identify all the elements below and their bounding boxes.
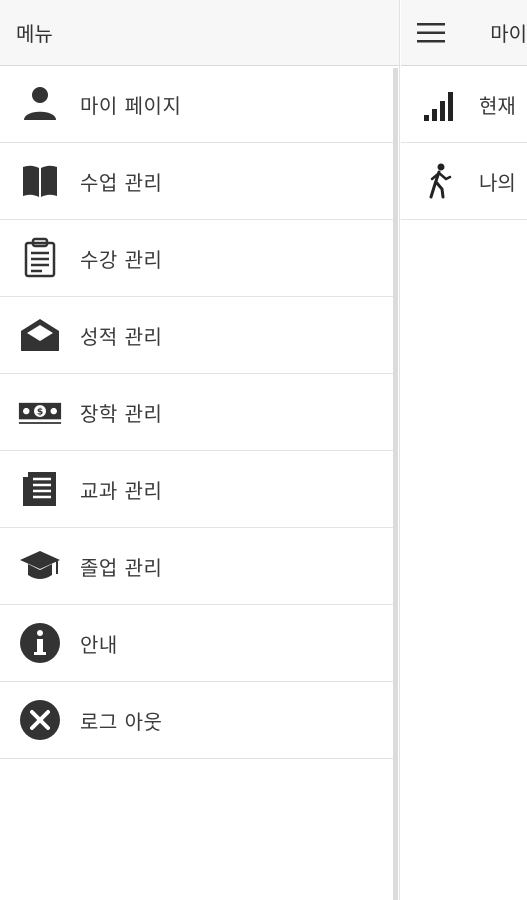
menu-item-label: 수강 관리 <box>80 247 163 272</box>
menu-item-info[interactable]: 안내 <box>0 605 393 682</box>
money-icon: $ <box>0 374 80 451</box>
drawer-header: 메뉴 <box>0 0 399 66</box>
main-header: 마이 <box>401 0 527 66</box>
menu-item-grades-management[interactable]: 성적 관리 <box>0 297 393 374</box>
menu-item-label: 로그 아웃 <box>80 709 163 734</box>
walking-person-icon <box>401 162 479 200</box>
signal-bars-icon <box>401 85 479 123</box>
drawer-title: 메뉴 <box>16 22 53 46</box>
list-item-label: 현재 <box>479 93 516 118</box>
menu-item-label: 졸업 관리 <box>80 555 163 580</box>
info-icon <box>0 605 80 682</box>
page-title: 마이 <box>490 22 527 46</box>
graduation-cap-icon <box>0 528 80 605</box>
main-content: 마이 현재 나의 <box>401 0 527 900</box>
envelope-icon <box>0 297 80 374</box>
drawer-menu: 마이 페이지 수업 관리 수강 관리 성적 관리 $ 장학 관리 교과 관리 졸… <box>0 66 393 759</box>
list-item-label: 나의 <box>479 170 516 195</box>
menu-item-label: 성적 관리 <box>80 324 163 349</box>
menu-item-label: 장학 관리 <box>80 401 163 426</box>
logout-icon <box>0 682 80 759</box>
menu-item-label: 마이 페이지 <box>80 93 182 118</box>
menu-item-curriculum-management[interactable]: 교과 관리 <box>0 451 393 528</box>
book-icon <box>0 143 80 220</box>
svg-text:$: $ <box>37 407 43 418</box>
menu-item-enrollment-management[interactable]: 수강 관리 <box>0 220 393 297</box>
menu-item-scholarship-management[interactable]: $ 장학 관리 <box>0 374 393 451</box>
hamburger-icon <box>416 22 445 42</box>
menu-item-my-page[interactable]: 마이 페이지 <box>0 66 393 143</box>
drawer-scrollbar[interactable] <box>393 68 398 900</box>
menu-item-logout[interactable]: 로그 아웃 <box>0 682 393 759</box>
main-list: 현재 나의 <box>401 66 527 220</box>
menu-item-class-management[interactable]: 수업 관리 <box>0 143 393 220</box>
list-item-mine[interactable]: 나의 <box>401 143 527 220</box>
clipboard-icon <box>0 220 80 297</box>
list-item-current[interactable]: 현재 <box>401 66 527 143</box>
menu-item-label: 교과 관리 <box>80 478 163 503</box>
hamburger-menu-button[interactable] <box>401 0 460 66</box>
menu-item-label: 안내 <box>80 632 118 657</box>
navigation-drawer: 메뉴 마이 페이지 수업 관리 수강 관리 성적 관리 $ 장학 관리 교과 관… <box>0 0 400 900</box>
newspaper-icon <box>0 451 80 528</box>
person-icon <box>0 66 80 143</box>
menu-item-graduation-management[interactable]: 졸업 관리 <box>0 528 393 605</box>
menu-item-label: 수업 관리 <box>80 170 163 195</box>
